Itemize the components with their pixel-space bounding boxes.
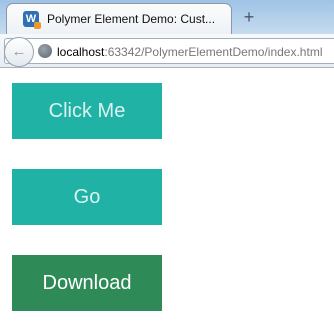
tab-title: Polymer Element Demo: Cust... xyxy=(47,12,216,26)
go-button[interactable]: Go xyxy=(12,169,162,225)
url-host: localhost xyxy=(57,45,105,59)
browser-tab[interactable]: W Polymer Element Demo: Cust... xyxy=(6,3,232,34)
globe-icon xyxy=(38,44,52,58)
webstorm-favicon-icon: W xyxy=(23,11,41,29)
navigation-bar: ← localhost:63342/PolymerElementDemo/ind… xyxy=(0,34,334,68)
address-bar[interactable]: ← localhost:63342/PolymerElementDemo/ind… xyxy=(4,37,334,67)
back-arrow-icon[interactable]: ← xyxy=(4,37,34,67)
download-button[interactable]: Download xyxy=(12,255,162,311)
url-path: :63342/PolymerElementDemo/index.html xyxy=(104,45,323,59)
click-me-button[interactable]: Click Me xyxy=(12,83,162,139)
new-tab-button[interactable]: + xyxy=(238,6,260,28)
tab-strip: W Polymer Element Demo: Cust... + xyxy=(0,0,334,34)
url-text[interactable]: localhost:63342/PolymerElementDemo/index… xyxy=(57,45,322,59)
